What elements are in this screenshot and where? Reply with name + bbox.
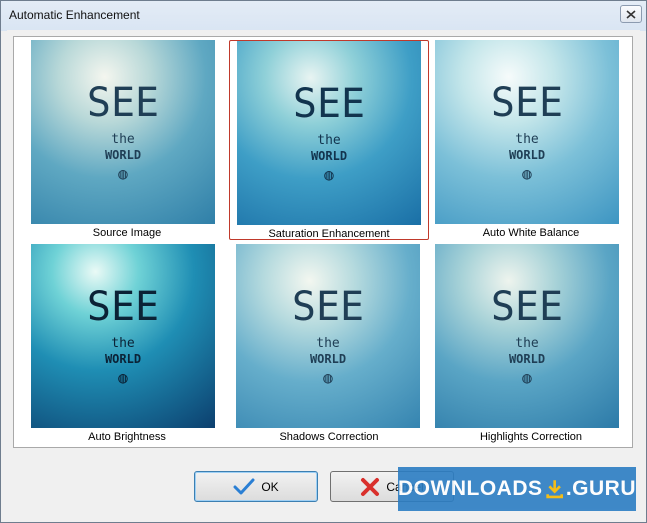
globe-icon: ◍ [118,368,128,387]
thumbnail-image: SEE the WORLD ◍ [31,244,215,428]
image-text-see: SEE [490,284,564,330]
close-button[interactable] [620,5,642,23]
globe-icon: ◍ [522,368,532,387]
thumbnail-label: Saturation Enhancement [268,228,390,240]
image-text-world: WORLD [310,149,348,163]
image-text-see: SEE [292,81,366,127]
image-text-the: the [515,132,539,147]
download-arrow-icon [545,480,563,499]
thumbnail-image: SEE the WORLD ◍ [236,244,420,428]
image-text-the: the [111,336,135,351]
image-text-the: the [316,336,340,351]
close-icon [626,9,636,19]
thumbnail-shadows-correction[interactable]: SEE the WORLD ◍ Shadows Correction [229,244,429,444]
watermark-logo: DOWNLOADS .GURU [398,467,636,511]
image-text-see: SEE [86,80,160,126]
thumbnail-source-image[interactable]: SEE the WORLD ◍ Source Image [27,40,227,240]
image-text-see: SEE [291,284,365,330]
cross-icon [361,477,380,496]
thumbnail-auto-white-balance[interactable]: SEE the WORLD ◍ Auto White Balance [431,40,631,240]
globe-icon: ◍ [323,368,333,387]
thumbnail-label: Auto White Balance [482,227,580,239]
thumbnail-label: Auto Brightness [88,431,166,443]
thumbnail-image: SEE the WORLD ◍ [435,40,619,224]
image-text-world: WORLD [104,148,142,162]
image-text-the: the [515,336,539,351]
image-text-the: the [111,132,135,147]
thumbnail-label: Highlights Correction [479,431,583,443]
dialog-client-area: SEE the WORLD ◍ Source Image SEE the WOR… [7,30,640,517]
thumbnail-label: Shadows Correction [279,431,379,443]
thumbnail-image: SEE the WORLD ◍ [31,40,215,224]
ok-button-label: OK [261,479,279,494]
globe-icon: ◍ [118,164,128,183]
image-text-world: WORLD [104,352,142,366]
watermark-text-right: .GURU [565,477,636,500]
globe-icon: ◍ [324,165,334,184]
image-text-world: WORLD [508,148,546,162]
title-bar[interactable]: Automatic Enhancement [1,1,646,29]
globe-icon: ◍ [522,164,532,183]
image-text-see: SEE [490,80,564,126]
thumbnail-saturation-enhancement[interactable]: SEE the WORLD ◍ Saturation Enhancement [229,40,429,240]
thumbnail-label: Source Image [92,227,162,239]
image-text-world: WORLD [309,352,347,366]
thumbnail-image: SEE the WORLD ◍ [435,244,619,428]
image-text-the: the [317,133,341,148]
thumbnail-panel: SEE the WORLD ◍ Source Image SEE the WOR… [13,36,633,448]
dialog-window: Automatic Enhancement SEE the WORLD ◍ So… [0,0,647,523]
image-text-world: WORLD [508,352,546,366]
thumbnail-image: SEE the WORLD ◍ [237,41,421,225]
thumbnail-auto-brightness[interactable]: SEE the WORLD ◍ Auto Brightness [27,244,227,444]
watermark-text-left: DOWNLOADS [398,477,543,500]
thumbnail-highlights-correction[interactable]: SEE the WORLD ◍ Highlights Correction [431,244,631,444]
window-title: Automatic Enhancement [9,8,140,22]
ok-button[interactable]: OK [194,471,318,502]
image-text-see: SEE [86,284,160,330]
checkmark-icon [233,478,255,494]
